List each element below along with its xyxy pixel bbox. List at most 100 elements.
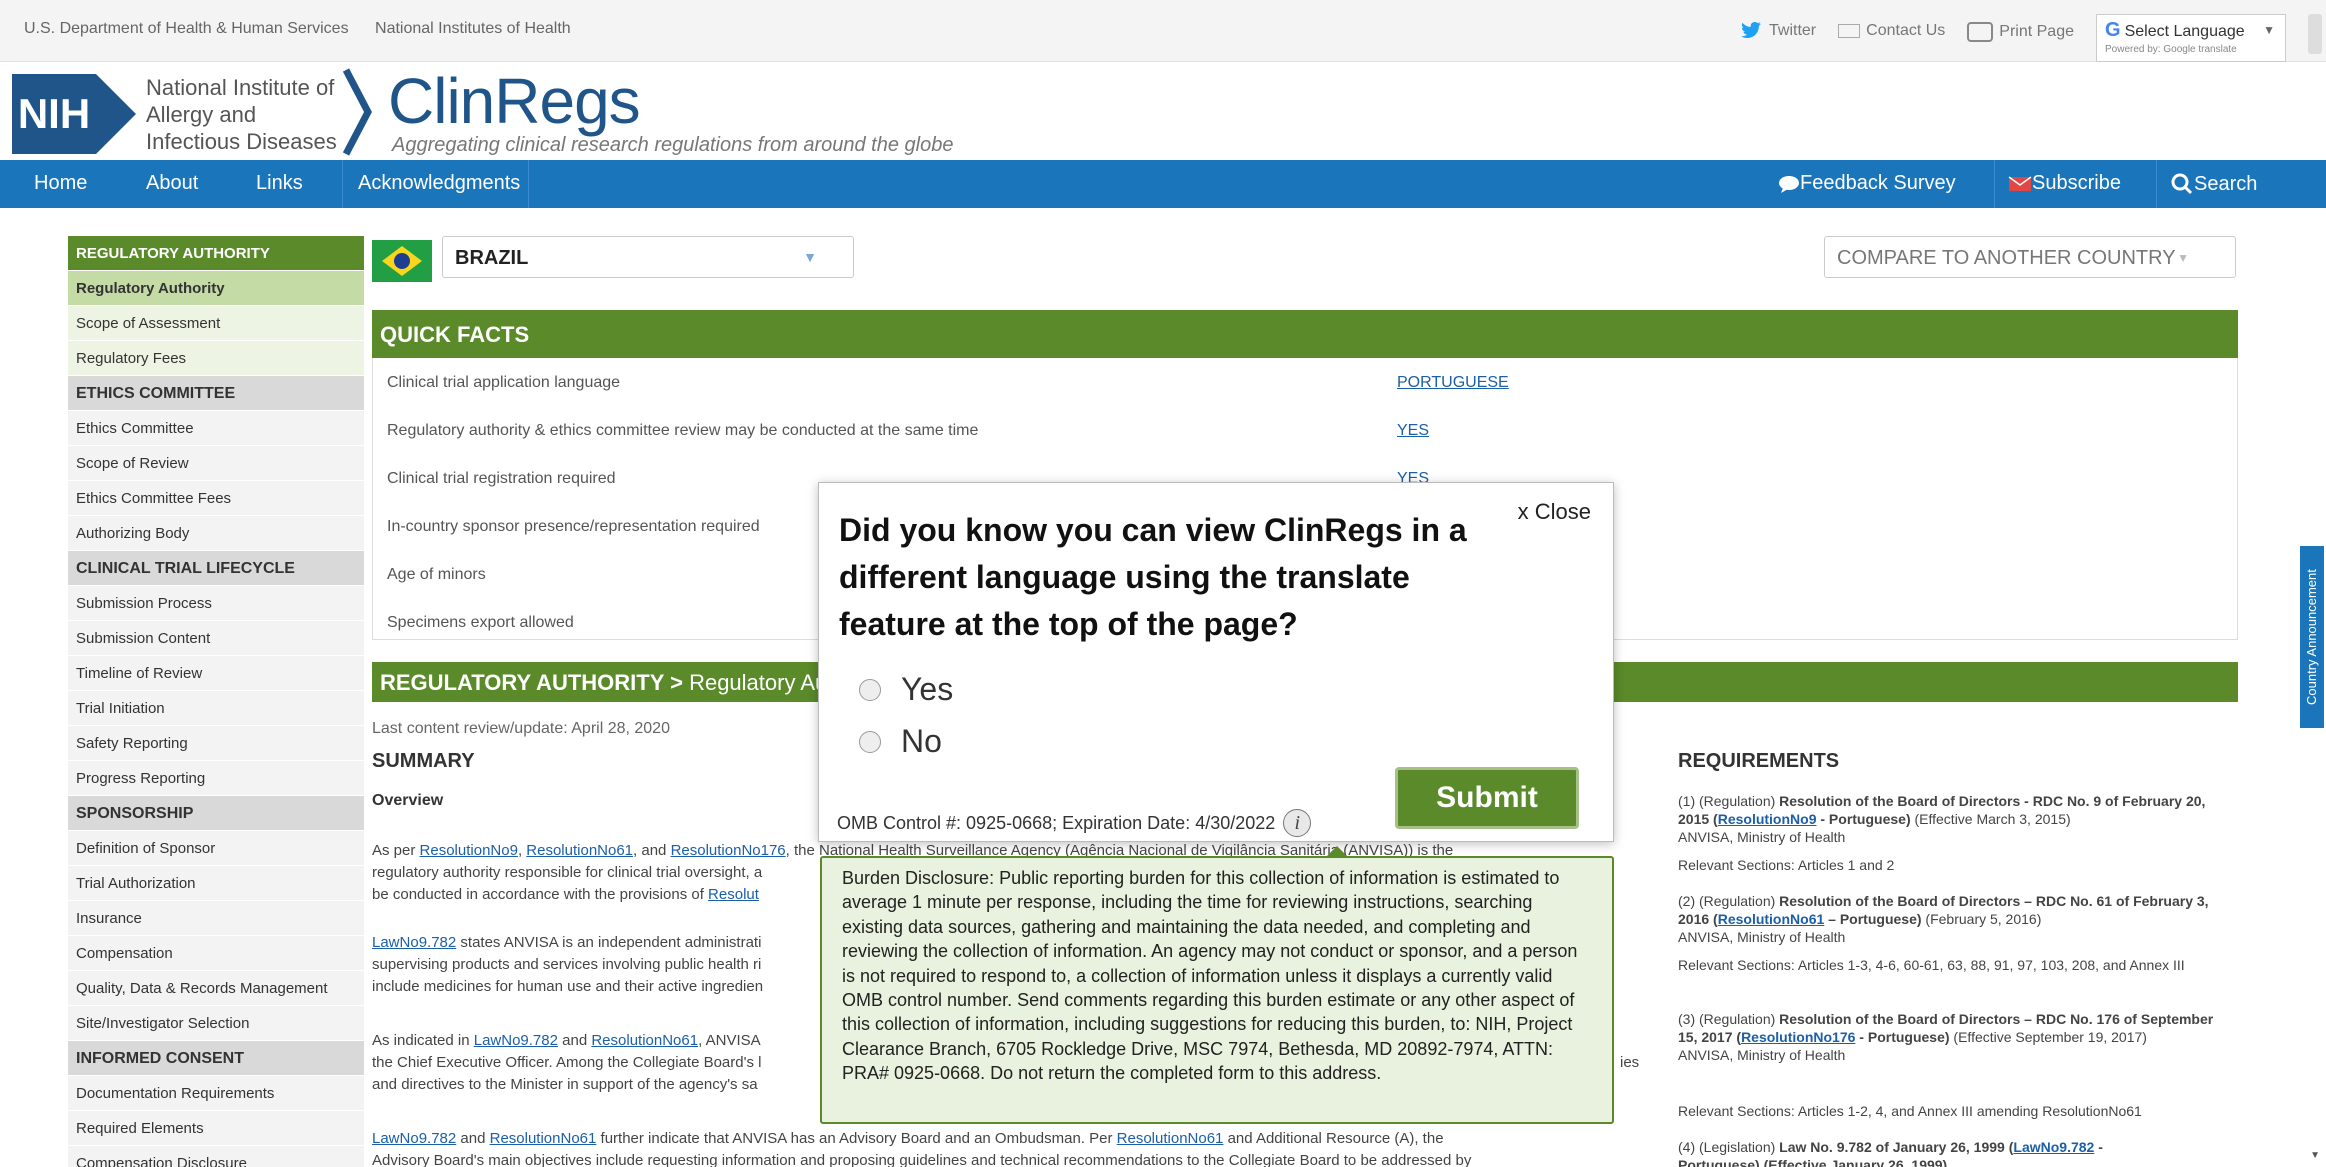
burden-disclosure-tooltip: Burden Disclosure: Public reporting burd…	[820, 856, 1614, 1124]
resolution-no61-link[interactable]: ResolutionNo61	[1117, 1130, 1224, 1147]
sidebar-item[interactable]: Documentation Requirements	[68, 1076, 364, 1111]
subscribe-label: Subscribe	[2032, 172, 2121, 194]
text: (Effective September 19, 2017)	[1949, 1029, 2147, 1045]
feedback-survey-link[interactable]: Feedback Survey	[1778, 172, 1956, 195]
compare-label: COMPARE TO ANOTHER COUNTRY	[1837, 247, 2176, 269]
resolution-no61-link[interactable]: ResolutionNo61	[490, 1130, 597, 1147]
law-no9782-link[interactable]: LawNo9.782	[474, 1032, 558, 1049]
sidebar-item[interactable]: Safety Reporting	[68, 726, 364, 761]
compare-country-select[interactable]: COMPARE TO ANOTHER COUNTRY ▼	[1824, 236, 2236, 278]
quick-fact-value[interactable]: PORTUGUESE	[1397, 374, 1509, 392]
text: Advisory Board's main objectives include…	[372, 1152, 1472, 1167]
no-label: No	[901, 723, 942, 759]
sidebar-item[interactable]: Authorizing Body	[68, 516, 364, 551]
sidebar-item[interactable]: Trial Authorization	[68, 866, 364, 901]
sidebar-item[interactable]: Submission Content	[68, 621, 364, 656]
sidebar-item[interactable]: Timeline of Review	[68, 656, 364, 691]
sidebar-item[interactable]: Ethics Committee	[68, 411, 364, 446]
resolution-no176-link[interactable]: ResolutionNo176	[671, 842, 786, 859]
sidebar-item[interactable]: CLINICAL TRIAL LIFECYCLE	[68, 551, 364, 586]
requirement-3: (3) (Regulation) Resolution of the Board…	[1678, 1010, 2234, 1064]
dialog-question: Did you know you can view ClinRegs in a …	[839, 512, 1467, 642]
print-link[interactable]: Print Page	[1967, 22, 2074, 42]
no-radio[interactable]: No	[859, 723, 942, 760]
sidebar-item[interactable]: INFORMED CONSENT	[68, 1041, 364, 1076]
law-no9782-link[interactable]: LawNo9.782	[372, 1130, 456, 1147]
sidebar-item[interactable]: Quality, Data & Records Management	[68, 971, 364, 1006]
sidebar-item[interactable]: SPONSORSHIP	[68, 796, 364, 831]
submit-button[interactable]: Submit	[1395, 767, 1579, 829]
sidebar-item[interactable]: ETHICS COMMITTEE	[68, 376, 364, 411]
nih-logo-arrow	[96, 74, 136, 154]
sidebar-item[interactable]: Definition of Sponsor	[68, 831, 364, 866]
language-select[interactable]: G Select Language ▼ Powered by: Google tr…	[2096, 14, 2286, 62]
nav-home[interactable]: Home	[34, 172, 87, 195]
subscribe-link[interactable]: Subscribe	[2008, 172, 2121, 195]
resolution-no9-link[interactable]: ResolutionNo9	[420, 842, 518, 859]
search-link[interactable]: Search	[2170, 172, 2257, 196]
utility-left: U.S. Department of Health & Human Servic…	[24, 20, 593, 38]
last-review: Last content review/update: April 28, 20…	[372, 720, 670, 737]
utility-bar: U.S. Department of Health & Human Servic…	[0, 0, 2326, 62]
law-no9782-link[interactable]: LawNo9.782	[2013, 1139, 2094, 1155]
nih-logo[interactable]: NIH	[12, 74, 142, 154]
sidebar-item[interactable]: Compensation	[68, 936, 364, 971]
nav-divider	[342, 160, 343, 208]
sidebar-item[interactable]: Site/Investigator Selection	[68, 1006, 364, 1041]
requirement-1: (1) (Regulation) Resolution of the Board…	[1678, 792, 2234, 846]
quick-fact-value[interactable]: YES	[1397, 422, 1429, 440]
resolution-no61-link[interactable]: ResolutionNo61	[526, 842, 633, 859]
speech-bubble-icon	[1779, 175, 1799, 193]
radio-icon	[859, 678, 881, 701]
sidebar-item[interactable]: Ethics Committee Fees	[68, 481, 364, 516]
resolution-no61-link[interactable]: ResolutionNo61	[1718, 911, 1825, 927]
nav-about[interactable]: About	[146, 172, 198, 195]
nih-link[interactable]: National Institutes of Health	[375, 20, 571, 37]
text: - Portuguese)	[1816, 811, 1911, 827]
sidebar-item[interactable]: Insurance	[68, 901, 364, 936]
sidebar-item[interactable]: Regulatory Authority	[68, 271, 364, 306]
chevron-down-icon: ▼	[803, 249, 817, 265]
sidebar-item[interactable]: Required Elements	[68, 1111, 364, 1146]
resolution-link[interactable]: Resolut	[708, 886, 759, 903]
sidebar-item[interactable]: Regulatory Fees	[68, 341, 364, 376]
sidebar-item[interactable]: Compensation Disclosure	[68, 1146, 364, 1167]
info-icon[interactable]: i	[1283, 809, 1312, 837]
powered-by: Powered by: Google translate	[2105, 44, 2237, 55]
contact-link[interactable]: Contact Us	[1838, 22, 1945, 40]
country-announcement-tab[interactable]: Country Announcement	[2300, 546, 2324, 728]
resolution-no9-link[interactable]: ResolutionNo9	[1718, 811, 1817, 827]
nav-links[interactable]: Links	[256, 172, 303, 195]
clinregs-brand[interactable]: ClinRegs	[388, 64, 641, 138]
sidebar-item[interactable]: Progress Reporting	[68, 761, 364, 796]
resolution-no61-link[interactable]: ResolutionNo61	[591, 1032, 698, 1049]
quick-fact-label: In-country sponsor presence/representati…	[387, 518, 760, 535]
scrollbar[interactable]	[2308, 14, 2322, 54]
sidebar-item[interactable]: REGULATORY AUTHORITY	[68, 236, 364, 271]
text: Portuguese) (Effective January 26, 1999)	[1678, 1157, 1948, 1167]
resolution-no176-link[interactable]: ResolutionNo176	[1741, 1029, 1855, 1045]
twitter-icon	[1741, 22, 1761, 39]
sidebar-item[interactable]: Scope of Review	[68, 446, 364, 481]
tagline: Aggregating clinical research regulation…	[392, 134, 954, 156]
sidebar-item[interactable]: Scope of Assessment	[68, 306, 364, 341]
close-button[interactable]: x Close	[1518, 499, 1591, 525]
text: (3) (Regulation)	[1678, 1011, 1780, 1027]
hhs-link[interactable]: U.S. Department of Health & Human Servic…	[24, 20, 349, 37]
country-select[interactable]: BRAZIL ▼	[442, 236, 854, 278]
nav-acknowledgments[interactable]: Acknowledgments	[358, 172, 520, 195]
law-no9782-link[interactable]: LawNo9.782	[372, 934, 456, 951]
niaid-name[interactable]: National Institute of Allergy and Infect…	[146, 74, 337, 155]
requirements-heading: REQUIREMENTS	[1678, 750, 1840, 772]
yes-radio[interactable]: Yes	[859, 671, 953, 708]
text: the Chief Executive Officer. Among the C…	[372, 1054, 762, 1071]
utility-right: Twitter Contact Us Print Page G Select La…	[1739, 14, 2286, 62]
nav-divider	[528, 160, 529, 208]
scroll-down-arrow-icon[interactable]: ▼	[2310, 1150, 2320, 1161]
twitter-link[interactable]: Twitter	[1739, 22, 1816, 40]
requirement-4: (4) (Legislation) Law No. 9.782 of Janua…	[1678, 1138, 2234, 1167]
sidebar-item[interactable]: Trial Initiation	[68, 691, 364, 726]
sidebar-item[interactable]: Submission Process	[68, 586, 364, 621]
text: (Effective March 3, 2015)	[1910, 811, 2071, 827]
main-nav: Home About Links Acknowledgments Feedbac…	[0, 160, 2326, 208]
